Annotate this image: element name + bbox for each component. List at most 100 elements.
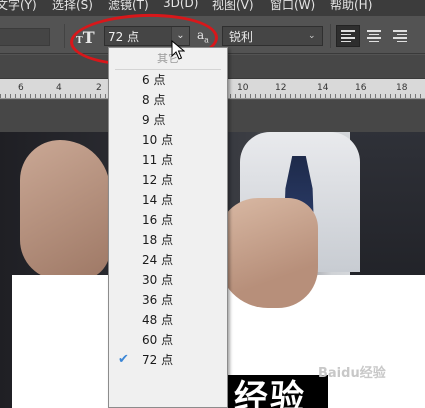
ruler-tick <box>295 94 296 98</box>
font-size-option[interactable]: 30 点 <box>109 270 227 290</box>
ruler-tick <box>290 94 291 98</box>
ruler-tick <box>320 94 321 98</box>
ruler-tick <box>255 94 256 98</box>
option-label: 11 点 <box>142 153 174 167</box>
align-left-button[interactable] <box>336 25 360 47</box>
font-size-option[interactable]: 16 点 <box>109 210 227 230</box>
ruler-tick <box>40 94 41 98</box>
ruler-tick <box>80 94 81 98</box>
ruler-tick <box>335 94 336 98</box>
antialias-select[interactable]: 锐利 ⌄ <box>222 26 323 46</box>
font-size-option[interactable]: 6 点 <box>109 70 227 90</box>
menu-type[interactable]: 文字(Y) <box>0 0 37 13</box>
ruler-label: 14 <box>317 83 329 93</box>
font-style-field[interactable] <box>0 28 50 46</box>
ruler-tick <box>330 94 331 98</box>
option-label: 36 点 <box>142 293 174 307</box>
menu-help[interactable]: 帮助(H) <box>330 0 372 13</box>
align-center-button[interactable] <box>362 25 386 47</box>
align-center-icon <box>367 30 381 42</box>
align-right-button[interactable] <box>388 25 412 47</box>
option-label: 9 点 <box>142 113 166 127</box>
ruler-label: 18 <box>396 83 408 93</box>
dropdown-header: 其它 <box>115 48 221 70</box>
canvas-text-layer[interactable]: 经验 <box>234 370 306 408</box>
ruler-tick <box>90 94 91 98</box>
option-label: 8 点 <box>142 93 166 107</box>
ruler-tick <box>25 94 26 98</box>
ruler-label: 10 <box>237 83 249 93</box>
ruler-label: 16 <box>355 83 367 93</box>
ruler-tick <box>260 94 261 98</box>
font-size-option[interactable]: 12 点 <box>109 170 227 190</box>
menu-filter[interactable]: 滤镜(T) <box>108 0 149 13</box>
ruler-tick <box>280 94 281 98</box>
ruler-tick <box>10 94 11 98</box>
menu-bar: 文字(Y) 选择(S) 滤镜(T) 3D(D) 视图(V) 窗口(W) 帮助(H… <box>0 0 425 16</box>
ruler-tick <box>55 94 56 98</box>
font-size-option[interactable]: 60 点 <box>109 330 227 350</box>
font-size-option-selected[interactable]: ✔ 72 点 <box>109 350 227 370</box>
option-label: 48 点 <box>142 313 174 327</box>
option-label: 6 点 <box>142 73 166 87</box>
ruler-label: 12 <box>275 83 287 93</box>
font-size-option[interactable]: 14 点 <box>109 190 227 210</box>
ruler-tick <box>235 94 236 98</box>
ruler-tick <box>350 94 351 98</box>
font-size-option[interactable]: 9 点 <box>109 110 227 130</box>
watermark: Baidu经验 <box>318 366 386 381</box>
mouse-cursor-icon <box>171 40 185 60</box>
ruler-tick <box>45 94 46 98</box>
font-size-dropdown: 其它 6 点 8 点 9 点 10 点 11 点 12 点 14 点 16 点 … <box>108 47 228 408</box>
ruler-tick <box>385 94 386 98</box>
ruler-tick <box>0 94 1 98</box>
ruler-tick <box>410 94 411 98</box>
option-label: 16 点 <box>142 213 174 227</box>
check-icon: ✔ <box>118 352 129 367</box>
ruler-tick <box>345 94 346 98</box>
ruler-tick <box>420 94 421 98</box>
ruler-tick <box>20 94 21 98</box>
ruler-label: 6 <box>18 83 24 93</box>
ruler-tick <box>5 94 6 98</box>
option-label: 30 点 <box>142 273 174 287</box>
ruler-tick <box>310 94 311 98</box>
font-size-option[interactable]: 18 点 <box>109 230 227 250</box>
font-size-option[interactable]: 36 点 <box>109 290 227 310</box>
ruler-label: 2 <box>96 83 102 93</box>
ruler-tick <box>50 94 51 98</box>
antialias-value: 锐利 <box>229 29 254 44</box>
ruler-tick <box>105 94 106 98</box>
ruler-tick <box>395 94 396 98</box>
menu-select[interactable]: 选择(S) <box>52 0 93 13</box>
ruler-tick <box>360 94 361 98</box>
ruler-tick <box>365 94 366 98</box>
hand <box>20 140 110 280</box>
ruler-tick <box>315 94 316 98</box>
option-label: 18 点 <box>142 233 174 247</box>
ruler-tick <box>60 94 61 98</box>
font-size-option[interactable]: 24 点 <box>109 250 227 270</box>
option-label: 24 点 <box>142 253 174 267</box>
option-label: 60 点 <box>142 333 174 347</box>
ruler-tick <box>400 94 401 98</box>
option-label: 10 点 <box>142 133 174 147</box>
option-label: 14 点 <box>142 193 174 207</box>
ruler-tick <box>100 94 101 98</box>
menu-window[interactable]: 窗口(W) <box>270 0 315 13</box>
font-size-option[interactable]: 8 点 <box>109 90 227 110</box>
ruler-tick <box>15 94 16 98</box>
ruler-tick <box>250 94 251 98</box>
ruler-tick <box>275 94 276 98</box>
ruler-tick <box>30 94 31 98</box>
ruler-tick <box>415 94 416 98</box>
ruler-tick <box>65 94 66 98</box>
ruler-tick <box>245 94 246 98</box>
font-size-option[interactable]: 48 点 <box>109 310 227 330</box>
ruler-tick <box>265 94 266 98</box>
font-size-option[interactable]: 11 点 <box>109 150 227 170</box>
menu-view[interactable]: 视图(V) <box>212 0 254 13</box>
ruler-tick <box>35 94 36 98</box>
font-size-option[interactable]: 10 点 <box>109 130 227 150</box>
menu-3d[interactable]: 3D(D) <box>163 0 198 10</box>
